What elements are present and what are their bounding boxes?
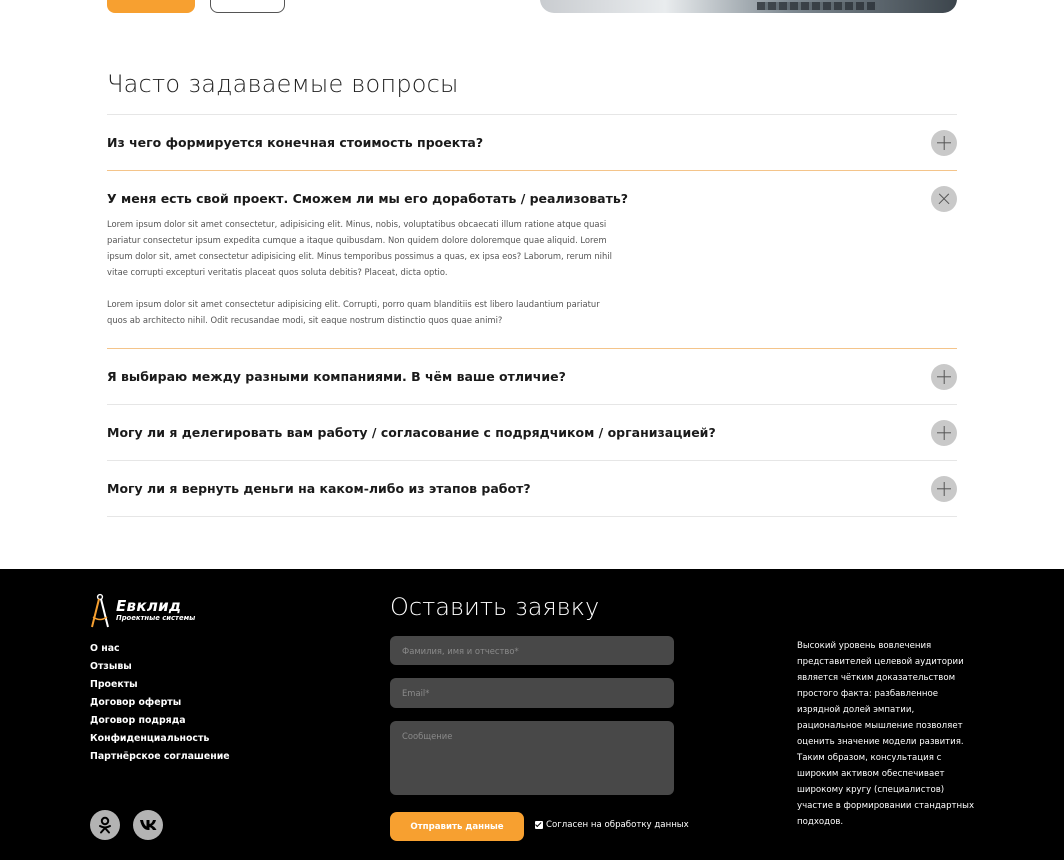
fullname-input[interactable]	[390, 636, 674, 665]
logo[interactable]: Евклид Проектные системы	[90, 593, 195, 629]
plus-icon[interactable]	[931, 419, 957, 446]
consent-checkbox[interactable]: Согласен на обработку данных	[535, 820, 689, 830]
footer-link-privacy[interactable]: Конфиденциальность	[90, 733, 230, 751]
footer-link-about[interactable]: О нас	[90, 643, 230, 661]
details-button[interactable]	[107, 0, 195, 13]
odnoklassniki-icon[interactable]	[90, 810, 120, 840]
plus-icon[interactable]	[931, 475, 957, 502]
faq-question: У меня есть свой проект. Сможем ли мы ег…	[107, 191, 628, 206]
page: Часто задаваемые вопросы Из чего формиру…	[0, 0, 1064, 860]
footer-link-reviews[interactable]: Отзывы	[90, 661, 230, 679]
social-links	[90, 810, 163, 840]
faq-question: Могу ли я вернуть деньги на каком-либо и…	[107, 481, 531, 496]
form-title: Оставить заявку	[390, 593, 600, 621]
faq-question: Могу ли я делегировать вам работу / согл…	[107, 425, 716, 440]
contract-button[interactable]	[210, 0, 285, 13]
logo-subtitle: Проектные системы	[116, 614, 196, 622]
consent-label: Согласен на обработку данных	[546, 820, 689, 830]
faq-list: Из чего формируется конечная стоимость п…	[107, 114, 957, 517]
footer-nav: О нас Отзывы Проекты Договор оферты Дого…	[90, 643, 230, 769]
faq-answer-paragraph: Lorem ipsum dolor sit amet consectetur, …	[107, 219, 612, 277]
submit-button[interactable]: Отправить данные	[390, 812, 524, 841]
faq-item-expanded[interactable]: У меня есть свой проект. Сможем ли мы ег…	[107, 170, 957, 349]
faq-answer: Lorem ipsum dolor sit amet consectetur, …	[107, 216, 612, 348]
laptop-image	[540, 0, 957, 13]
divider	[107, 516, 957, 517]
faq-title: Часто задаваемые вопросы	[107, 70, 459, 98]
compass-logo-icon	[91, 593, 109, 628]
footer-link-partner[interactable]: Партнёрское соглашение	[90, 751, 230, 769]
faq-question: Я выбираю между разными компаниями. В чё…	[107, 369, 566, 384]
logo-name: Евклид	[116, 597, 182, 615]
faq-answer-paragraph: Lorem ipsum dolor sit amet consectetur a…	[107, 299, 600, 325]
checkbox-icon[interactable]	[535, 821, 543, 829]
footer-link-contract[interactable]: Договор подряда	[90, 715, 230, 733]
footer-link-projects[interactable]: Проекты	[90, 679, 230, 697]
faq-item[interactable]: Я выбираю между разными компаниями. В чё…	[107, 349, 957, 404]
footer-link-offer[interactable]: Договор оферты	[90, 697, 230, 715]
footer: Евклид Проектные системы О нас Отзывы Пр…	[0, 569, 1064, 860]
faq-item[interactable]: Из чего формируется конечная стоимость п…	[107, 114, 957, 170]
vk-icon[interactable]	[133, 810, 163, 840]
faq-question: Из чего формируется конечная стоимость п…	[107, 135, 484, 150]
email-input[interactable]	[390, 678, 674, 708]
plus-icon[interactable]	[931, 129, 957, 156]
footer-description: Высокий уровень вовлечения представителе…	[797, 641, 975, 827]
faq-item[interactable]: Могу ли я вернуть деньги на каком-либо и…	[107, 460, 957, 516]
message-textarea[interactable]	[390, 721, 674, 795]
faq-item[interactable]: Могу ли я делегировать вам работу / согл…	[107, 404, 957, 460]
plus-icon[interactable]	[931, 363, 957, 390]
close-icon[interactable]	[931, 185, 957, 212]
